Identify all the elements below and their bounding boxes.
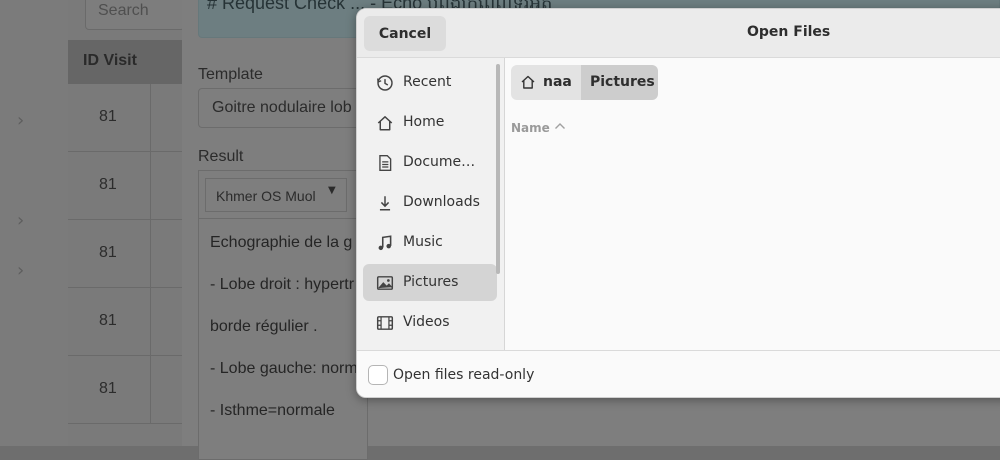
sidebar-item-label: Music bbox=[403, 234, 443, 250]
chevron-right-icon[interactable]: › bbox=[17, 112, 29, 130]
sidebar-item-pictures[interactable]: Pictures bbox=[363, 264, 497, 301]
template-value: Goitre nodulaire lob bbox=[212, 99, 352, 116]
chevron-right-icon[interactable]: › bbox=[17, 262, 29, 280]
editor-line: - Lobe gauche: norm bbox=[210, 360, 358, 377]
cell-id-visit: 81 bbox=[99, 176, 117, 193]
column-header-id-visit: ID Visit bbox=[83, 52, 137, 69]
sidebar-scrollbar[interactable] bbox=[496, 64, 500, 274]
sidebar-item-label: Downloads bbox=[403, 194, 480, 210]
sidebar-item-label: Videos bbox=[403, 314, 450, 330]
sidebar-item-downloads[interactable]: Downloads bbox=[363, 184, 497, 221]
editor-line: - Isthme=normale bbox=[210, 402, 335, 419]
film-icon bbox=[376, 316, 394, 330]
open-files-dialog: Cancel Open Files Recent Home Docume… Do… bbox=[356, 8, 1000, 398]
cell-id-visit: 81 bbox=[99, 312, 117, 329]
table-header: ID Visit bbox=[68, 40, 182, 84]
editor-line: - Lobe droit : hypertr bbox=[210, 276, 355, 293]
font-family-select[interactable]: Khmer OS Muol ▼ bbox=[205, 178, 347, 212]
home-icon bbox=[521, 75, 535, 89]
dialog-headerbar: Cancel Open Files bbox=[357, 9, 1000, 58]
music-note-icon bbox=[378, 235, 392, 251]
sidebar-item-label: Home bbox=[403, 114, 445, 130]
path-button-pictures[interactable]: Pictures bbox=[581, 65, 658, 100]
path-button-home[interactable]: naa bbox=[511, 65, 581, 100]
editor-line: borde régulier . bbox=[210, 318, 318, 335]
table-row[interactable]: 81 bbox=[68, 220, 182, 288]
sidebar-item-label: Docume… bbox=[403, 154, 476, 170]
clock-icon bbox=[377, 75, 393, 91]
sidebar-item-music[interactable]: Music bbox=[363, 224, 497, 261]
cell-id-visit: 81 bbox=[99, 108, 117, 125]
dialog-footer: Open files read-only bbox=[357, 350, 1000, 397]
cancel-button[interactable]: Cancel bbox=[364, 16, 446, 51]
table-row[interactable]: 81 bbox=[68, 84, 182, 152]
download-icon bbox=[379, 196, 391, 211]
readonly-checkbox[interactable] bbox=[368, 365, 388, 385]
document-icon bbox=[379, 155, 392, 171]
search-input[interactable]: Search bbox=[85, 0, 185, 30]
editor-toolbar: Khmer OS Muol ▼ bbox=[199, 171, 369, 219]
file-list-pane[interactable]: naa Pictures Name bbox=[505, 58, 1000, 350]
image-icon bbox=[376, 276, 394, 290]
editor-line: Echographie de la g bbox=[210, 234, 353, 251]
result-editor[interactable]: Khmer OS Muol ▼ Echographie de la g - Lo… bbox=[198, 170, 369, 460]
table-row[interactable]: 81 bbox=[68, 356, 182, 424]
left-rail: › › › bbox=[0, 0, 68, 446]
template-label: Template bbox=[198, 66, 263, 83]
sidebar-item-recent[interactable]: Recent bbox=[363, 64, 497, 101]
sidebar-item-label: Pictures bbox=[403, 274, 459, 290]
dialog-title: Open Files bbox=[747, 24, 831, 40]
chevron-right-icon[interactable]: › bbox=[17, 212, 29, 230]
sidebar-item-documents[interactable]: Docume… bbox=[363, 144, 497, 181]
table-row[interactable]: 81 bbox=[68, 288, 182, 356]
template-select[interactable]: Goitre nodulaire lob bbox=[198, 88, 368, 128]
sort-ascending-icon bbox=[555, 123, 565, 129]
sidebar-item-home[interactable]: Home bbox=[363, 104, 497, 141]
home-icon bbox=[377, 116, 393, 131]
table-row[interactable]: 81 bbox=[68, 152, 182, 220]
cell-id-visit: 81 bbox=[99, 244, 117, 261]
readonly-label: Open files read-only bbox=[393, 367, 535, 383]
path-button-label: naa bbox=[543, 74, 572, 90]
places-sidebar: Recent Home Docume… Downloads Music Pict… bbox=[357, 58, 505, 350]
search-placeholder: Search bbox=[98, 2, 149, 19]
path-button-label: Pictures bbox=[590, 74, 655, 90]
column-header-name[interactable]: Name bbox=[511, 121, 550, 135]
sidebar-item-label: Recent bbox=[403, 74, 452, 90]
sidebar-item-videos[interactable]: Videos bbox=[363, 304, 497, 341]
result-label: Result bbox=[198, 148, 244, 165]
caret-down-icon: ▼ bbox=[328, 185, 336, 196]
font-family-value: Khmer OS Muol bbox=[216, 188, 316, 204]
cell-id-visit: 81 bbox=[99, 380, 117, 397]
